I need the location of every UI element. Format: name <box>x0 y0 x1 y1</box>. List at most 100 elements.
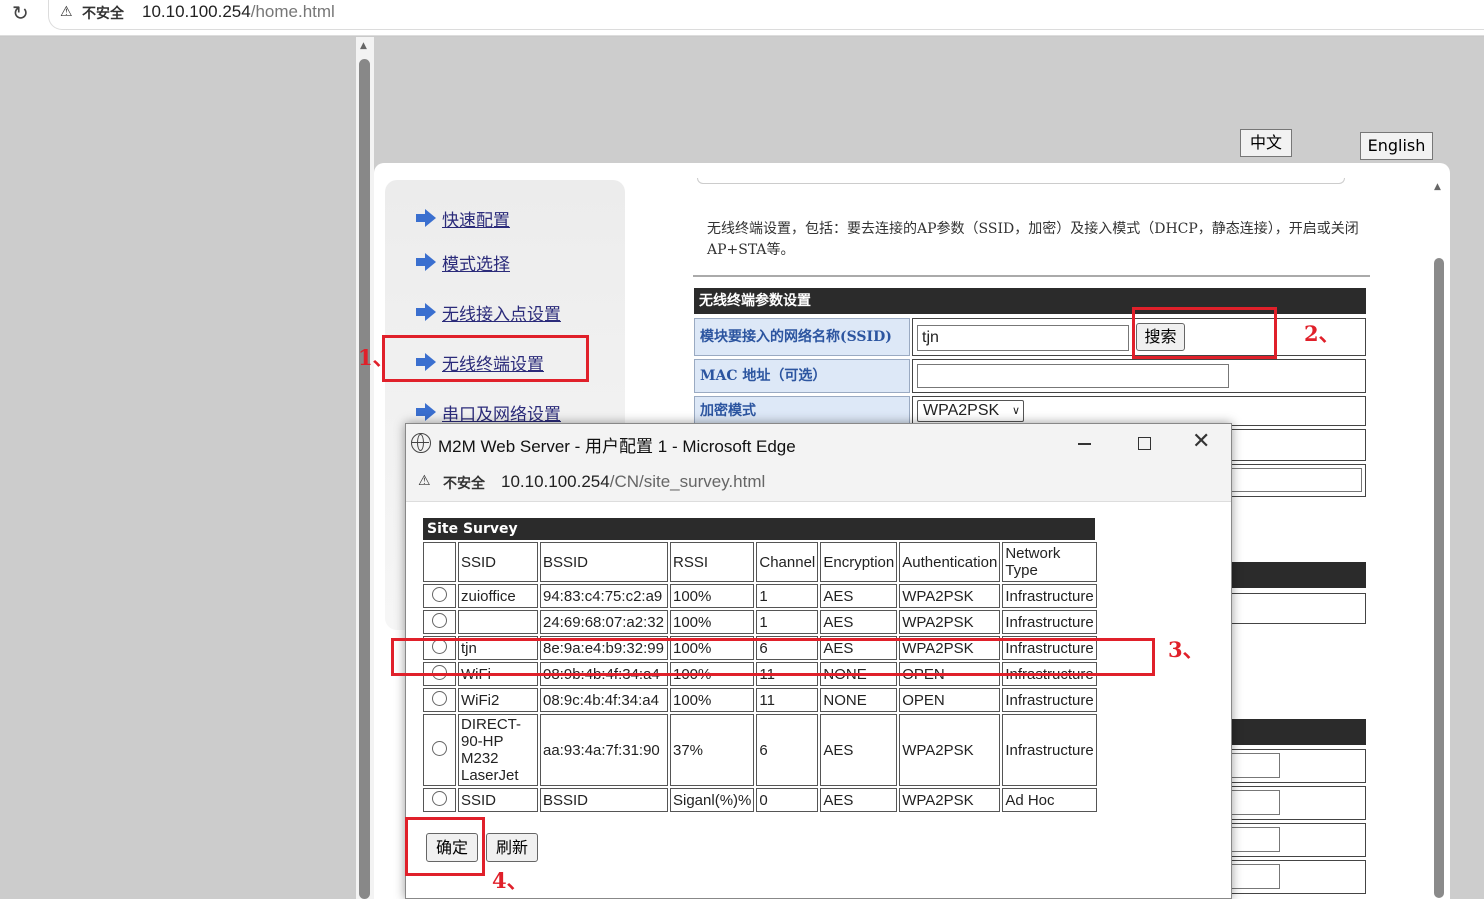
globe-icon <box>411 433 431 453</box>
popup-title-bar[interactable]: M2M Web Server - 用户配置 1 - Microsoft Edge… <box>406 424 1231 464</box>
table-cell: 6 <box>756 714 819 786</box>
table-cell: 100% <box>670 688 755 712</box>
annotation-label-3: 3、 <box>1168 637 1204 662</box>
annotation-label-1: 1、 <box>358 345 394 370</box>
radio-cell <box>423 688 456 712</box>
url-host: 10.10.100.254 <box>142 2 251 21</box>
table-cell: WPA2PSK <box>899 584 1001 608</box>
scrollbar-thumb[interactable] <box>1434 258 1444 898</box>
nav-item-ap-settings[interactable]: 无线接入点设置 <box>416 299 561 325</box>
arrow-right-icon <box>416 303 436 321</box>
nav-item-label[interactable]: 快速配置 <box>442 206 510 231</box>
annotation-label-2: 2、 <box>1304 321 1340 346</box>
mac-label: MAC 地址（可选） <box>694 359 910 393</box>
radio-cell <box>423 584 456 608</box>
table-row[interactable]: DIRECT-90-HP M232 LaserJet aa:93:4a:7f:31… <box>423 714 1097 786</box>
popup-address-bar[interactable]: ⚠ 不安全 10.10.100.254/CN/site_survey.html <box>406 464 1231 502</box>
arrow-right-icon <box>416 209 436 227</box>
chinese-language-button[interactable]: 中文 <box>1240 129 1292 157</box>
url-path: /home.html <box>250 2 335 21</box>
minimize-icon[interactable] <box>1078 443 1091 445</box>
warning-icon[interactable]: ⚠ <box>418 473 431 489</box>
radio-button[interactable] <box>432 690 447 706</box>
site-survey-header: Site Survey <box>423 518 1095 540</box>
annotation-box-3 <box>391 638 1155 676</box>
table-row[interactable]: zuioffice 94:83:c4:75:c2:a9 100% 1 AES WPA2PS… <box>423 584 1097 608</box>
ssid-input[interactable]: tjn <box>917 325 1129 351</box>
frame-scrollbar[interactable]: ▲ <box>356 37 374 899</box>
site-survey-table: SSID BSSID RSSI Channel Encryption Authe… <box>421 540 1099 814</box>
scroll-up-icon[interactable]: ▲ <box>360 41 367 51</box>
table-cell: OPEN <box>899 688 1001 712</box>
frame-left-background <box>0 37 356 899</box>
table-cell: 0 <box>756 788 819 812</box>
english-language-button[interactable]: English <box>1360 132 1433 160</box>
table-cell: 100% <box>670 584 755 608</box>
nav-item-serial-network[interactable]: 串口及网络设置 <box>416 399 561 425</box>
table-cell: Ad Hoc <box>1002 788 1097 812</box>
annotation-box-2 <box>1132 307 1277 359</box>
radio-button[interactable] <box>432 790 447 806</box>
annotation-box-1 <box>382 335 589 382</box>
radio-cell <box>423 714 456 786</box>
table-cell: WiFi2 <box>458 688 538 712</box>
table-cell: SSID <box>458 788 538 812</box>
maximize-icon[interactable] <box>1138 437 1151 450</box>
table-row[interactable]: 24:69:68:07:a2:32 100% 1 AES WPA2PSK Infrastr… <box>423 610 1097 634</box>
nav-item-label[interactable]: 模式选择 <box>442 250 510 275</box>
mac-input[interactable] <box>917 364 1229 388</box>
nav-item-quick-config[interactable]: 快速配置 <box>416 205 510 231</box>
warning-icon[interactable]: ⚠ <box>60 4 76 20</box>
insecure-label[interactable]: 不安全 <box>82 3 124 23</box>
table-cell: 94:83:c4:75:c2:a9 <box>540 584 668 608</box>
content-scrollbar[interactable]: ▲ <box>1430 180 1448 899</box>
radio-button[interactable] <box>432 740 447 756</box>
scrollbar-thumb[interactable] <box>359 59 370 899</box>
popup-window-title: M2M Web Server - 用户配置 1 - Microsoft Edge <box>438 437 796 456</box>
header-cell: RSSI <box>670 542 755 582</box>
radio-button[interactable] <box>432 612 447 628</box>
table-cell: 24:69:68:07:a2:32 <box>540 610 668 634</box>
table-cell: AES <box>820 788 898 812</box>
table-cell: Infrastructure <box>1002 610 1097 634</box>
reload-icon[interactable]: ↻ <box>12 2 34 24</box>
header-cell: SSID <box>458 542 538 582</box>
url-text[interactable]: 10.10.100.254/home.html <box>142 2 335 22</box>
url-path: /CN/site_survey.html <box>609 472 766 491</box>
scroll-up-icon[interactable]: ▲ <box>1434 182 1441 192</box>
table-cell: NONE <box>820 688 898 712</box>
table-row[interactable]: SSID BSSID Siganl(%)% 0 AES WPA2PSK Ad Hoc <box>423 788 1097 812</box>
table-cell: 08:9c:4b:4f:34:a4 <box>540 688 668 712</box>
table-cell: 11 <box>756 688 819 712</box>
table-row[interactable]: WiFi2 08:9c:4b:4f:34:a4 100% 11 NONE OPEN Infr… <box>423 688 1097 712</box>
table-header-row: SSID BSSID RSSI Channel Encryption Authe… <box>423 542 1097 582</box>
url-host: 10.10.100.254 <box>501 472 610 491</box>
table-cell <box>458 610 538 634</box>
radio-cell <box>423 788 456 812</box>
table-cell: Infrastructure <box>1002 688 1097 712</box>
nav-item-label[interactable]: 串口及网络设置 <box>442 400 561 425</box>
close-icon[interactable]: ✕ <box>1192 430 1210 454</box>
table-cell: Siganl(%)% <box>670 788 755 812</box>
refresh-button[interactable]: 刷新 <box>486 833 538 862</box>
table-cell: AES <box>820 584 898 608</box>
popup-url-text: 10.10.100.254/CN/site_survey.html <box>501 472 765 492</box>
radio-button[interactable] <box>432 586 447 602</box>
arrow-right-icon <box>416 253 436 271</box>
divider <box>693 275 1370 277</box>
ssid-label: 模块要接入的网络名称(SSID) <box>694 318 910 356</box>
insecure-label[interactable]: 不安全 <box>443 473 485 493</box>
table-cell: AES <box>820 714 898 786</box>
nav-item-mode-select[interactable]: 模式选择 <box>416 249 510 275</box>
table-cell: DIRECT-90-HP M232 LaserJet <box>458 714 538 786</box>
table-cell: AES <box>820 610 898 634</box>
annotation-box-4 <box>405 817 485 876</box>
header-cell: Channel <box>756 542 819 582</box>
table-cell: WPA2PSK <box>899 788 1001 812</box>
table-cell: Infrastructure <box>1002 714 1097 786</box>
radio-cell <box>423 610 456 634</box>
encryption-select[interactable]: WPA2PSK ∨ <box>917 400 1024 422</box>
nav-item-label[interactable]: 无线接入点设置 <box>442 300 561 325</box>
header-cell <box>423 542 456 582</box>
chevron-down-icon: ∨ <box>1011 404 1020 417</box>
